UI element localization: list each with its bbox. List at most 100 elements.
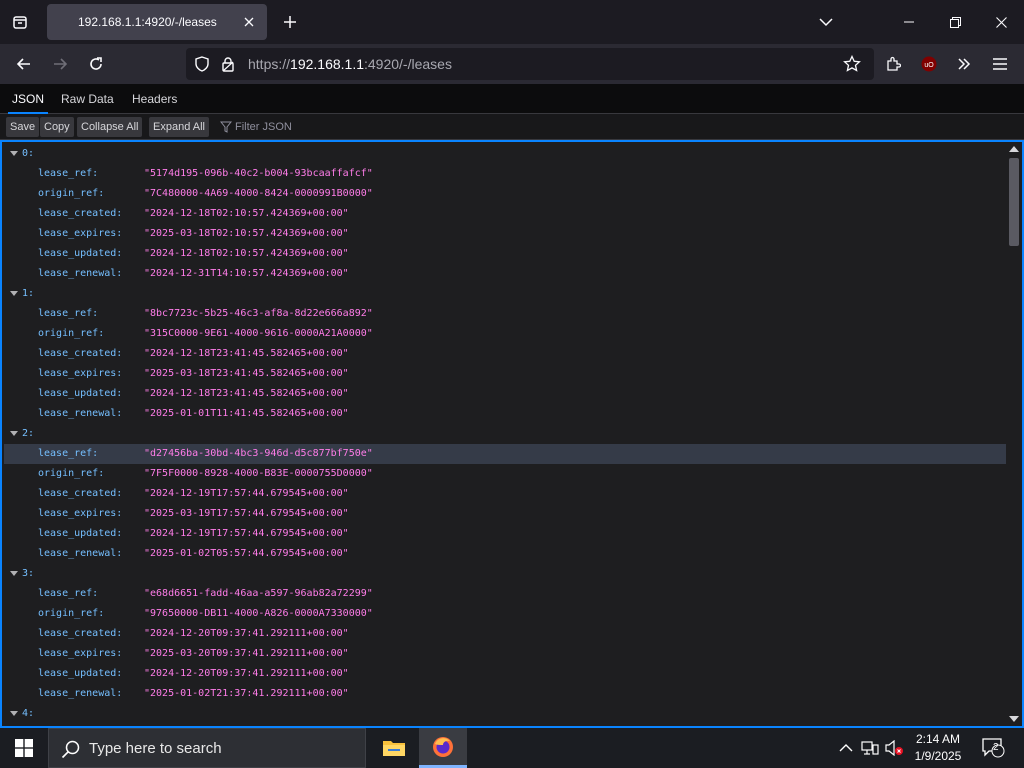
json-key: lease_expires: [38,368,123,379]
expand-all-button[interactable]: Expand All [149,117,209,137]
json-key-value-row[interactable]: origin_ref: "7C480000-4A69-4000-8424-0000… [4,184,1006,204]
tab-json[interactable]: JSON [8,84,49,114]
lock-warning-icon[interactable] [218,54,238,74]
windows-taskbar: Type here to search 2:14 AM 1/9/2025 2 [0,728,1024,768]
json-array-index-row[interactable]: 3: [4,564,1006,584]
json-key-value-row[interactable]: lease_created: "2024-12-19T17:57:44.67954… [4,484,1006,504]
shield-icon[interactable] [192,54,212,74]
windows-start-icon[interactable] [0,728,48,768]
json-key-value-row[interactable]: lease_expires: "2025-03-20T09:37:41.29211… [4,644,1006,664]
json-key: lease_updated: [38,388,123,399]
expand-twisty-icon[interactable] [10,431,18,436]
vertical-scrollbar[interactable] [1006,142,1022,726]
scrollbar-thumb[interactable] [1009,158,1019,246]
json-key-value-row[interactable]: lease_renewal: "2024-12-31T14:10:57.42436… [4,264,1006,284]
json-index-label: 1: [22,288,35,299]
json-string-value: "2024-12-31T14:10:57.424369+00:00" [144,268,349,279]
volume-muted-icon[interactable] [884,738,904,758]
network-icon[interactable] [860,738,880,758]
ublock-origin-icon[interactable]: uO [915,50,943,78]
chevron-up-icon[interactable] [836,738,856,758]
json-key-value-row[interactable]: lease_ref: "e68d6651-fadd-46aa-a597-96ab8… [4,584,1006,604]
tab-list-icon[interactable] [6,8,34,36]
save-button[interactable]: Save [6,117,40,137]
json-key-value-row[interactable]: origin_ref: "315C0000-9E61-4000-9616-0000… [4,324,1006,344]
scroll-down-arrow-icon[interactable] [1009,716,1019,722]
json-key-value-row[interactable]: lease_updated: "2024-12-18T02:10:57.42436… [4,244,1006,264]
json-key-value-row[interactable]: lease_renewal: "2025-01-02T05:57:44.67954… [4,544,1006,564]
json-key-value-row[interactable]: lease_renewal: "2025-01-02T21:37:41.29211… [4,684,1006,704]
file-explorer-icon[interactable] [370,728,418,768]
back-arrow-icon[interactable] [10,50,38,78]
expand-twisty-icon[interactable] [10,711,18,716]
json-array-index-row[interactable]: 4: [4,704,1006,724]
json-key-value-row[interactable]: lease_expires: "2025-03-18T02:10:57.42436… [4,224,1006,244]
forward-arrow-icon[interactable] [46,50,74,78]
reload-icon[interactable] [82,50,110,78]
json-string-value: "2025-01-01T11:41:45.582465+00:00" [144,408,349,419]
browser-tab-active[interactable]: 192.168.1.1:4920/-/leases [47,4,267,40]
json-key-value-row[interactable]: lease_ref: "8bc7723c-5b25-46c3-af8a-8d22e… [4,304,1006,324]
notification-count: 2 [993,742,999,753]
json-key-value-row[interactable]: lease_updated: "2024-12-20T09:37:41.29211… [4,664,1006,684]
collapse-all-button[interactable]: Collapse All [77,117,143,137]
json-key-value-row[interactable]: lease_updated: "2024-12-18T23:41:45.58246… [4,384,1006,404]
copy-button[interactable]: Copy [40,117,74,137]
taskbar-search-box[interactable]: Type here to search [48,728,366,768]
search-icon [61,739,81,764]
json-key: lease_expires: [38,508,123,519]
expand-twisty-icon[interactable] [10,151,18,156]
json-key: lease_updated: [38,668,123,679]
json-string-value: "2025-03-19T17:57:44.679545+00:00" [144,508,349,519]
filter-json-input[interactable]: Filter JSON [220,117,292,137]
json-string-value: "2024-12-18T02:10:57.424369+00:00" [144,248,349,259]
extensions-puzzle-icon[interactable] [879,50,907,78]
minimize-icon[interactable] [886,0,932,44]
json-key-value-row[interactable]: origin_ref: "7F5F0000-8928-4000-B83E-0000… [4,464,1006,484]
json-key: origin_ref: [38,468,105,479]
json-tree-panel[interactable]: 0: lease_ref: "5174d195-096b-40c2-b004-93b… [0,140,1024,728]
json-key-value-row[interactable]: lease_created: "2024-12-18T02:10:57.42436… [4,204,1006,224]
notification-center-icon[interactable]: 2 [980,736,1006,760]
new-tab-icon[interactable] [278,10,302,34]
json-array-index-row[interactable]: 0: [4,144,1006,164]
json-index-label: 4: [22,708,35,719]
bookmark-star-icon[interactable] [842,54,862,74]
url-bar[interactable]: https://192.168.1.1:4920/-/leases [186,48,874,80]
json-key: lease_renewal: [38,548,123,559]
clock-time: 2:14 AM [915,732,961,746]
json-array-index-row[interactable]: 1: [4,284,1006,304]
json-key-value-row[interactable]: origin_ref: "97650000-DB11-4000-A826-0000… [4,604,1006,624]
close-window-icon[interactable] [978,0,1024,44]
firefox-icon[interactable] [419,728,467,768]
expand-twisty-icon[interactable] [10,571,18,576]
json-key: lease_ref: [38,588,99,599]
json-key-value-row[interactable]: lease_ref: "5174d195-096b-40c2-b004-93bca… [4,164,1006,184]
json-key-value-row[interactable]: lease_ref: "d27456ba-30bd-4bc3-946d-d5c87… [4,444,1006,464]
scroll-up-arrow-icon[interactable] [1009,146,1019,152]
filter-placeholder: Filter JSON [235,121,292,133]
json-key-value-row[interactable]: lease_expires: "2025-03-18T23:41:45.58246… [4,364,1006,384]
json-key-value-row[interactable]: lease_created: "2024-12-20T09:37:41.29211… [4,624,1006,644]
hamburger-menu-icon[interactable] [986,50,1014,78]
json-toolbar: Save Copy Collapse All Expand All Filter… [0,114,1024,140]
overflow-chevrons-icon[interactable] [950,50,978,78]
json-key-value-row[interactable]: lease_renewal: "2025-01-01T11:41:45.58246… [4,404,1006,424]
json-key-value-row[interactable]: lease_updated: "2024-12-19T17:57:44.67954… [4,524,1006,544]
json-array-index-row[interactable]: 2: [4,424,1006,444]
json-string-value: "d27456ba-30bd-4bc3-946d-d5c877bf750e" [144,448,373,459]
json-key-value-row[interactable]: lease_created: "2024-12-18T23:41:45.58246… [4,344,1006,364]
expand-twisty-icon[interactable] [10,291,18,296]
json-string-value: "2025-03-18T23:41:45.582465+00:00" [144,368,349,379]
chevron-down-icon[interactable] [814,10,838,34]
json-key: origin_ref: [38,328,105,339]
restore-icon[interactable] [932,0,978,44]
close-tab-icon[interactable] [239,12,259,32]
json-string-value: "2025-03-20T09:37:41.292111+00:00" [144,648,349,659]
taskbar-clock[interactable]: 2:14 AM 1/9/2025 [906,731,970,765]
tab-raw-data[interactable]: Raw Data [57,84,118,114]
tab-headers[interactable]: Headers [128,84,181,114]
json-key: lease_ref: [38,448,99,459]
json-key: lease_created: [38,488,123,499]
json-key-value-row[interactable]: lease_expires: "2025-03-19T17:57:44.67954… [4,504,1006,524]
